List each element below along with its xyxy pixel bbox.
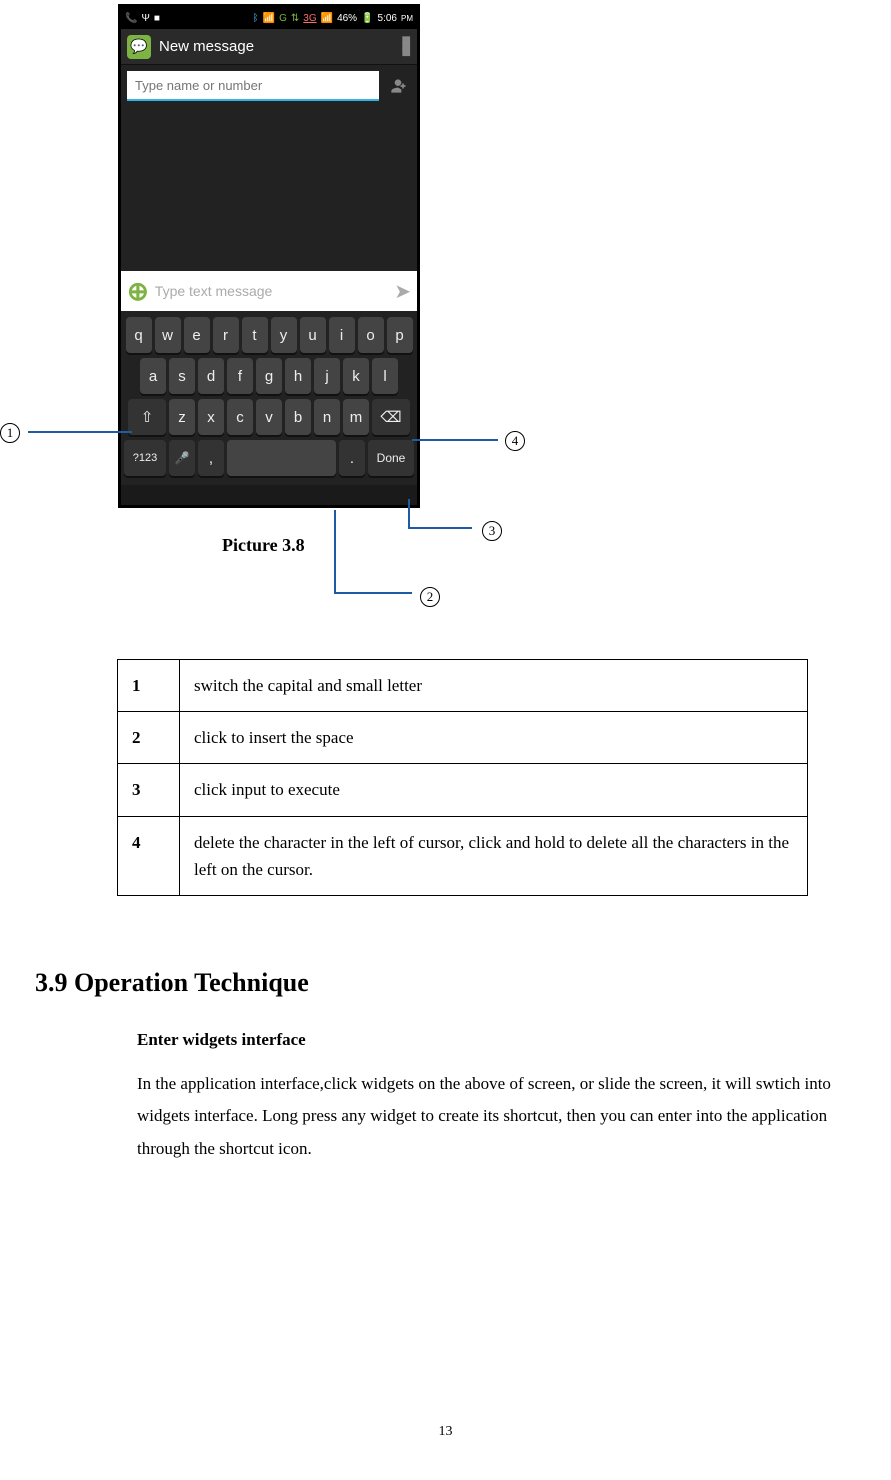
table-cell-desc: delete the character in the left of curs… [180,816,808,895]
battery-pct: 46% [337,13,357,24]
bluetooth-icon: ᛒ [253,13,259,24]
body-paragraph: In the application interface,click widge… [137,1068,859,1165]
compose-row: ⊕ Type text message ➤ [121,271,417,311]
key-n[interactable]: n [314,399,340,435]
callout-3-line-v [408,499,410,529]
key-k[interactable]: k [343,358,369,394]
phone-icon: 📞 [125,13,137,24]
callout-2: 2 [420,585,440,607]
callout-2-line-v [334,510,336,594]
table-cell-desc: switch the capital and small letter [180,660,808,712]
key-g[interactable]: g [256,358,282,394]
description-table: 1 switch the capital and small letter 2 … [117,659,808,896]
key-u[interactable]: u [300,317,326,353]
callout-2-line-h [334,592,412,594]
table-cell-desc: click to insert the space [180,712,808,764]
sub-heading: Enter widgets interface [137,1030,306,1050]
attach-icon[interactable]: ⊕ [127,278,149,304]
key-e[interactable]: e [184,317,210,353]
signal-icon: 📶 [321,13,333,24]
key-done[interactable]: Done [368,440,414,476]
status-bar: 📞 Ψ ■ ᛒ 📶 G ⇅ 3G 📶 46% 🔋 5:06 PM [121,7,417,29]
app-bar: 💬 New message ■■■ [121,29,417,65]
callout-3-line-h [408,527,472,529]
callout-3: 3 [482,519,502,541]
clock-time: 5:06 [378,13,397,24]
key-y[interactable]: y [271,317,297,353]
key-f[interactable]: f [227,358,253,394]
section-heading: 3.9 Operation Technique [35,968,309,998]
network-g: G [279,13,287,24]
screen-title: New message [159,38,401,55]
key-w[interactable]: w [155,317,181,353]
table-cell-num: 1 [118,660,180,712]
recipient-row [121,65,417,107]
key-j[interactable]: j [314,358,340,394]
callout-4: 4 [505,429,525,451]
page-number: 13 [0,1424,891,1440]
table-cell-num: 3 [118,764,180,816]
key-comma[interactable]: , [198,440,224,476]
key-t[interactable]: t [242,317,268,353]
square-icon: ■ [154,13,160,24]
key-m[interactable]: m [343,399,369,435]
table-row: 3 click input to execute [118,764,808,816]
key-p[interactable]: p [387,317,413,353]
key-mic[interactable]: 🎤 [169,440,195,476]
table-cell-num: 4 [118,816,180,895]
key-a[interactable]: a [140,358,166,394]
key-r[interactable]: r [213,317,239,353]
key-l[interactable]: l [372,358,398,394]
key-s[interactable]: s [169,358,195,394]
overflow-menu-icon[interactable]: ■■■ [401,38,411,56]
messaging-icon: 💬 [127,35,151,59]
key-backspace[interactable]: ⌫ [372,399,410,435]
figure-caption: Picture 3.8 [222,535,305,556]
key-symbols[interactable]: ?123 [124,440,166,476]
key-v[interactable]: v [256,399,282,435]
wifi-icon: 📶 [263,13,275,24]
key-shift[interactable]: ⇧ [128,399,166,435]
recipient-input[interactable] [127,71,379,101]
key-z[interactable]: z [169,399,195,435]
callout-4-line [412,439,498,441]
table-cell-desc: click input to execute [180,764,808,816]
battery-icon: 🔋 [361,13,373,24]
keyboard: q w e r t y u i o p a s d f g h j k l ⇧ … [121,311,417,485]
callout-1-line [28,431,132,433]
clock-ampm: PM [401,14,413,23]
phone-screenshot: 📞 Ψ ■ ᛒ 📶 G ⇅ 3G 📶 46% 🔋 5:06 PM 💬 New m… [118,4,420,508]
table-row: 1 switch the capital and small letter [118,660,808,712]
table-cell-num: 2 [118,712,180,764]
key-d[interactable]: d [198,358,224,394]
key-period[interactable]: . [339,440,365,476]
add-contact-icon[interactable] [385,73,411,99]
key-x[interactable]: x [198,399,224,435]
psi-icon: Ψ [141,13,149,24]
table-row: 4 delete the character in the left of cu… [118,816,808,895]
send-icon[interactable]: ➤ [394,279,411,304]
callout-1: 1 [0,421,20,443]
data-arrows-icon: ⇅ [291,13,299,24]
key-h[interactable]: h [285,358,311,394]
key-o[interactable]: o [358,317,384,353]
table-row: 2 click to insert the space [118,712,808,764]
messages-area [121,107,417,271]
key-space[interactable] [227,440,336,476]
message-input[interactable]: Type text message [155,283,388,299]
key-c[interactable]: c [227,399,253,435]
key-b[interactable]: b [285,399,311,435]
key-i[interactable]: i [329,317,355,353]
key-q[interactable]: q [126,317,152,353]
network-3g: 3G [303,13,316,24]
